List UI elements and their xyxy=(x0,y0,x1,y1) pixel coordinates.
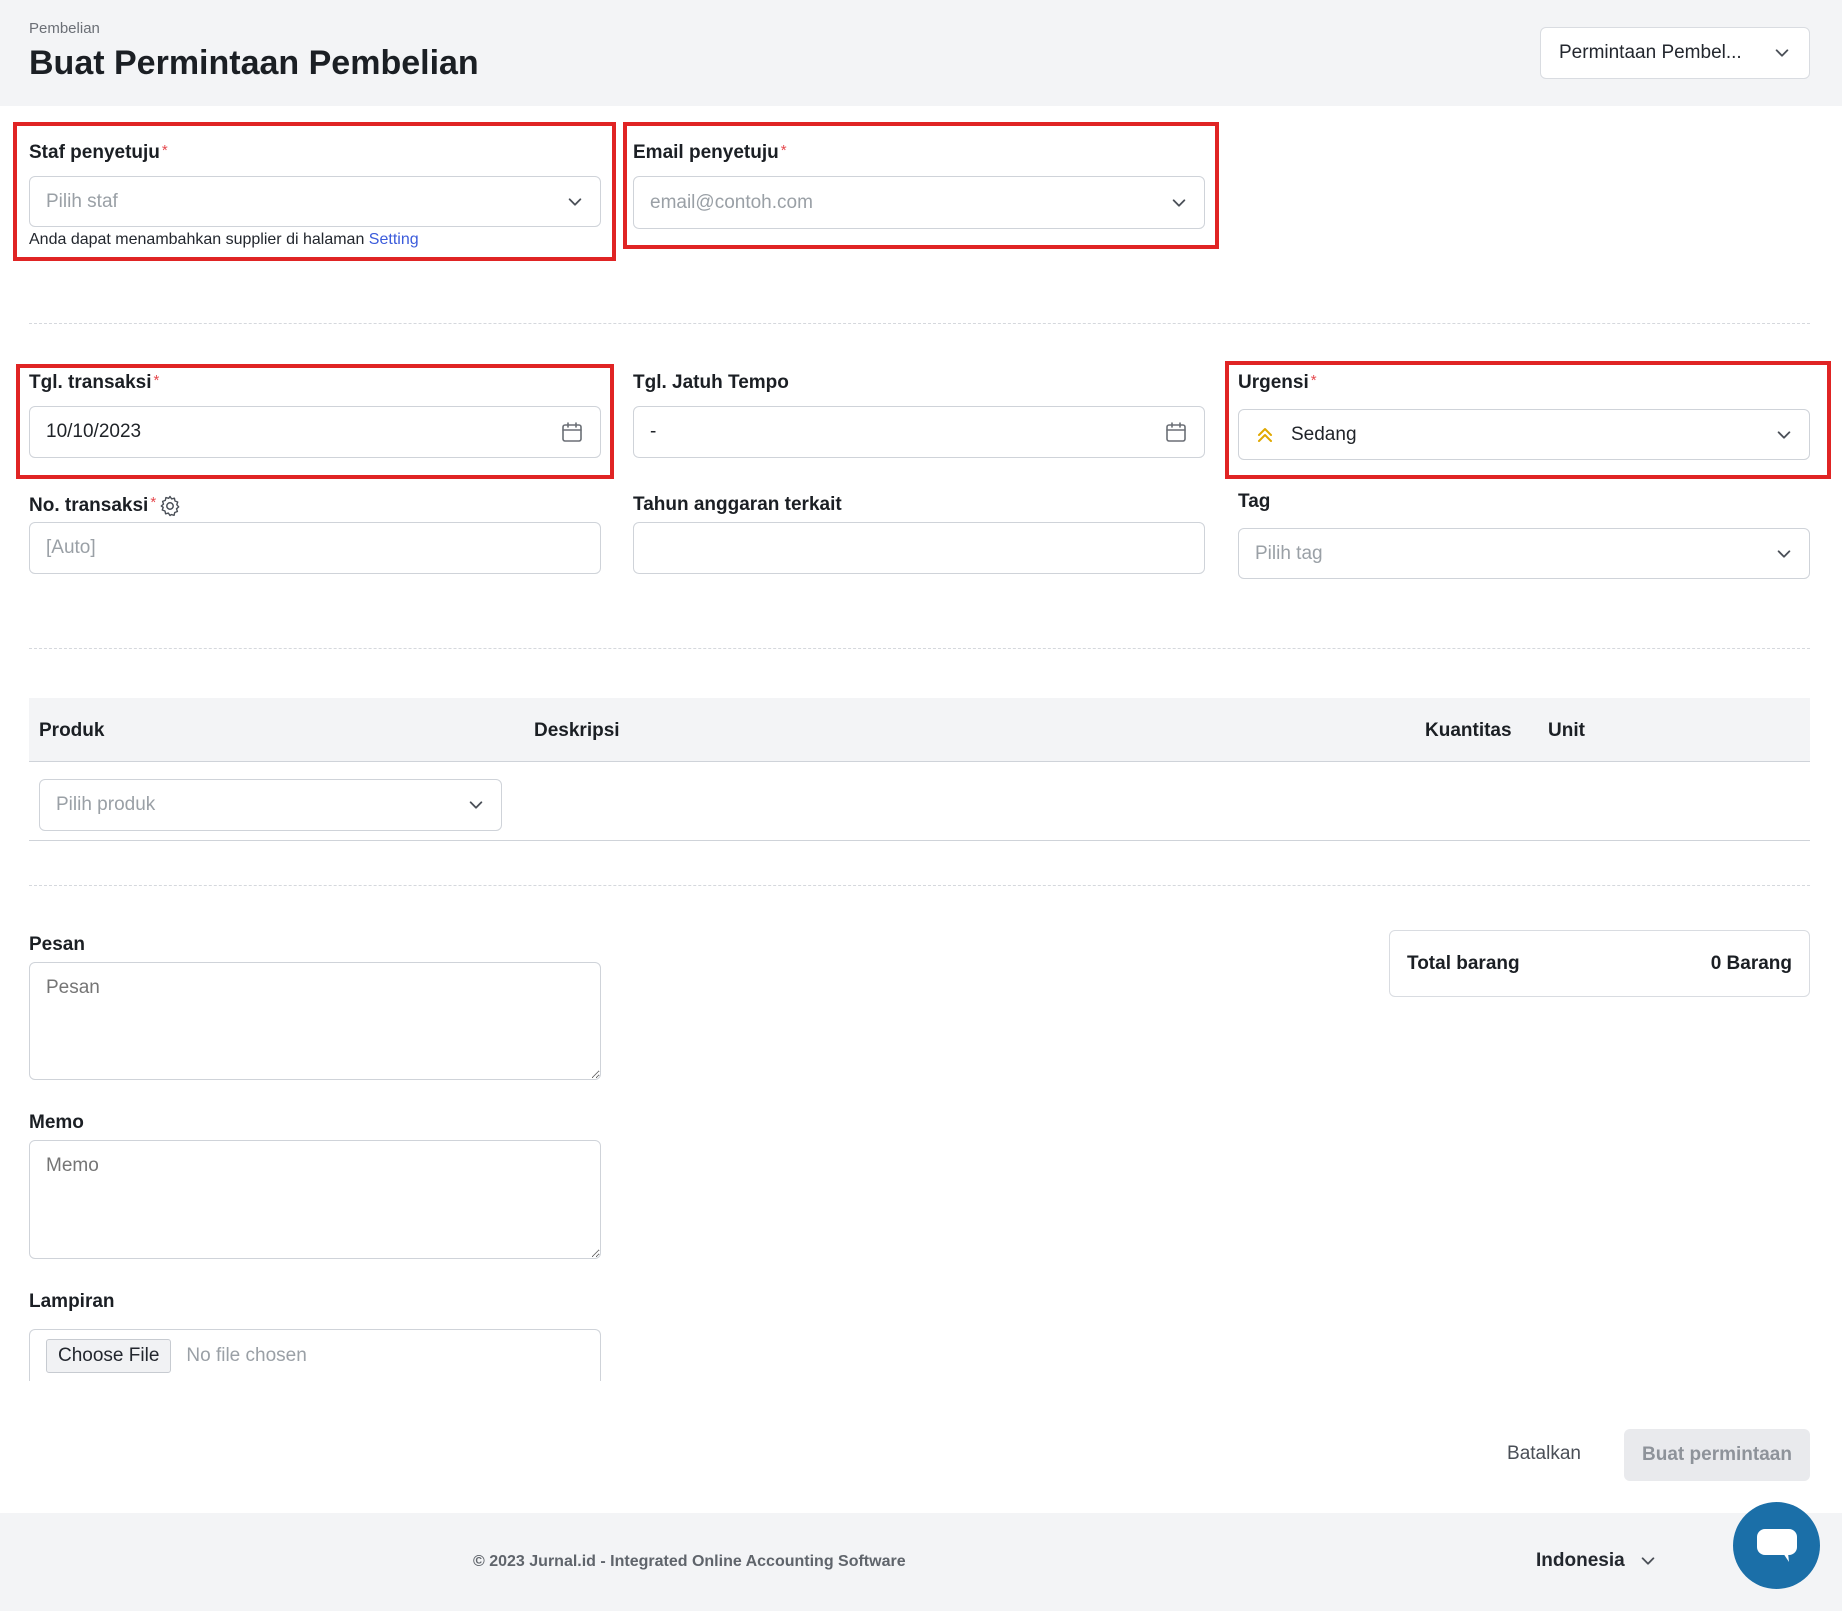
attachment-label: Lampiran xyxy=(29,1291,115,1312)
no-file-text: No file chosen xyxy=(186,1344,307,1366)
language-value: Indonesia xyxy=(1536,1550,1625,1571)
chevron-down-icon xyxy=(1775,49,1789,57)
due-date-label: Tgl. Jatuh Tempo xyxy=(633,372,789,393)
email-approver-placeholder: email@contoh.com xyxy=(650,191,813,213)
calendar-icon[interactable] xyxy=(1164,420,1188,444)
message-textarea[interactable] xyxy=(29,962,601,1080)
transaction-number-placeholder: [Auto] xyxy=(46,537,96,558)
create-request-button[interactable]: Buat permintaan xyxy=(1624,1429,1810,1481)
email-approver-label: Email penyetuju * xyxy=(633,142,787,163)
memo-textarea[interactable] xyxy=(29,1140,601,1259)
total-items-summary: Total barang 0 Barang xyxy=(1389,930,1810,997)
section-divider xyxy=(29,323,1810,324)
urgency-select[interactable]: Sedang xyxy=(1238,409,1810,460)
chevron-down-icon xyxy=(1172,198,1186,207)
breadcrumb[interactable]: Pembelian xyxy=(29,20,100,37)
attachment-file-input[interactable]: Choose File No file chosen xyxy=(29,1329,601,1381)
column-header-deskripsi: Deskripsi xyxy=(534,720,620,741)
tag-select[interactable]: Pilih tag xyxy=(1238,528,1810,579)
product-table-header xyxy=(29,698,1810,762)
supplier-hint: Anda dapat menambahkan supplier di halam… xyxy=(29,231,419,248)
language-select[interactable]: Indonesia xyxy=(1536,1550,1657,1572)
calendar-icon[interactable] xyxy=(560,420,584,444)
staff-approver-label: Staf penyetuju * xyxy=(29,142,168,163)
message-label: Pesan xyxy=(29,934,85,955)
cancel-button[interactable]: Batalkan xyxy=(1490,1428,1598,1480)
product-placeholder: Pilih produk xyxy=(56,794,156,815)
urgency-value: Sedang xyxy=(1291,423,1357,445)
section-divider xyxy=(29,885,1810,886)
tag-label: Tag xyxy=(1238,491,1271,512)
setting-link[interactable]: Setting xyxy=(369,231,419,248)
urgency-label: Urgensi * xyxy=(1238,372,1317,393)
gear-icon[interactable] xyxy=(158,494,182,518)
chevron-down-icon xyxy=(1777,549,1791,558)
transaction-date-input[interactable]: 10/10/2023 xyxy=(29,406,601,458)
column-header-kuantitas: Kuantitas xyxy=(1425,720,1512,741)
double-chevron-up-icon xyxy=(1258,427,1272,442)
email-approver-select[interactable]: email@contoh.com xyxy=(633,176,1205,229)
memo-label: Memo xyxy=(29,1112,84,1133)
chevron-down-icon xyxy=(568,197,582,206)
staff-approver-select[interactable]: Pilih staf xyxy=(29,176,601,227)
due-date-input[interactable]: - xyxy=(633,406,1205,458)
chevron-down-icon xyxy=(1641,1557,1654,1565)
chat-bubble-icon xyxy=(1756,1528,1797,1562)
budget-year-input[interactable] xyxy=(633,522,1205,574)
section-divider xyxy=(29,648,1810,649)
budget-year-label: Tahun anggaran terkait xyxy=(633,494,842,515)
tag-placeholder: Pilih tag xyxy=(1255,542,1323,564)
total-items-label: Total barang xyxy=(1407,952,1520,974)
choose-file-button[interactable]: Choose File xyxy=(46,1338,172,1373)
footer-copyright: © 2023 Jurnal.id - Integrated Online Acc… xyxy=(473,1553,906,1570)
transaction-number-input[interactable]: [Auto] xyxy=(29,522,601,574)
transaction-type-value: Permintaan Pembel... xyxy=(1559,42,1742,63)
table-row-border xyxy=(29,840,1810,841)
transaction-date-label: Tgl. transaksi * xyxy=(29,372,160,393)
transaction-type-select[interactable]: Permintaan Pembel... xyxy=(1540,27,1810,79)
transaction-date-value: 10/10/2023 xyxy=(46,421,142,442)
chevron-down-icon xyxy=(1777,430,1791,439)
page-title: Buat Permintaan Pembelian xyxy=(29,44,479,82)
due-date-value: - xyxy=(650,421,657,442)
total-items-value: 0 Barang xyxy=(1710,952,1792,974)
column-header-produk: Produk xyxy=(39,720,105,741)
product-select[interactable]: Pilih produk xyxy=(39,779,502,831)
chat-button[interactable] xyxy=(1733,1502,1820,1589)
transaction-number-label: No. transaksi * xyxy=(29,494,182,518)
chevron-down-icon xyxy=(469,801,483,809)
staff-approver-placeholder: Pilih staf xyxy=(46,190,118,212)
column-header-unit: Unit xyxy=(1548,720,1585,741)
